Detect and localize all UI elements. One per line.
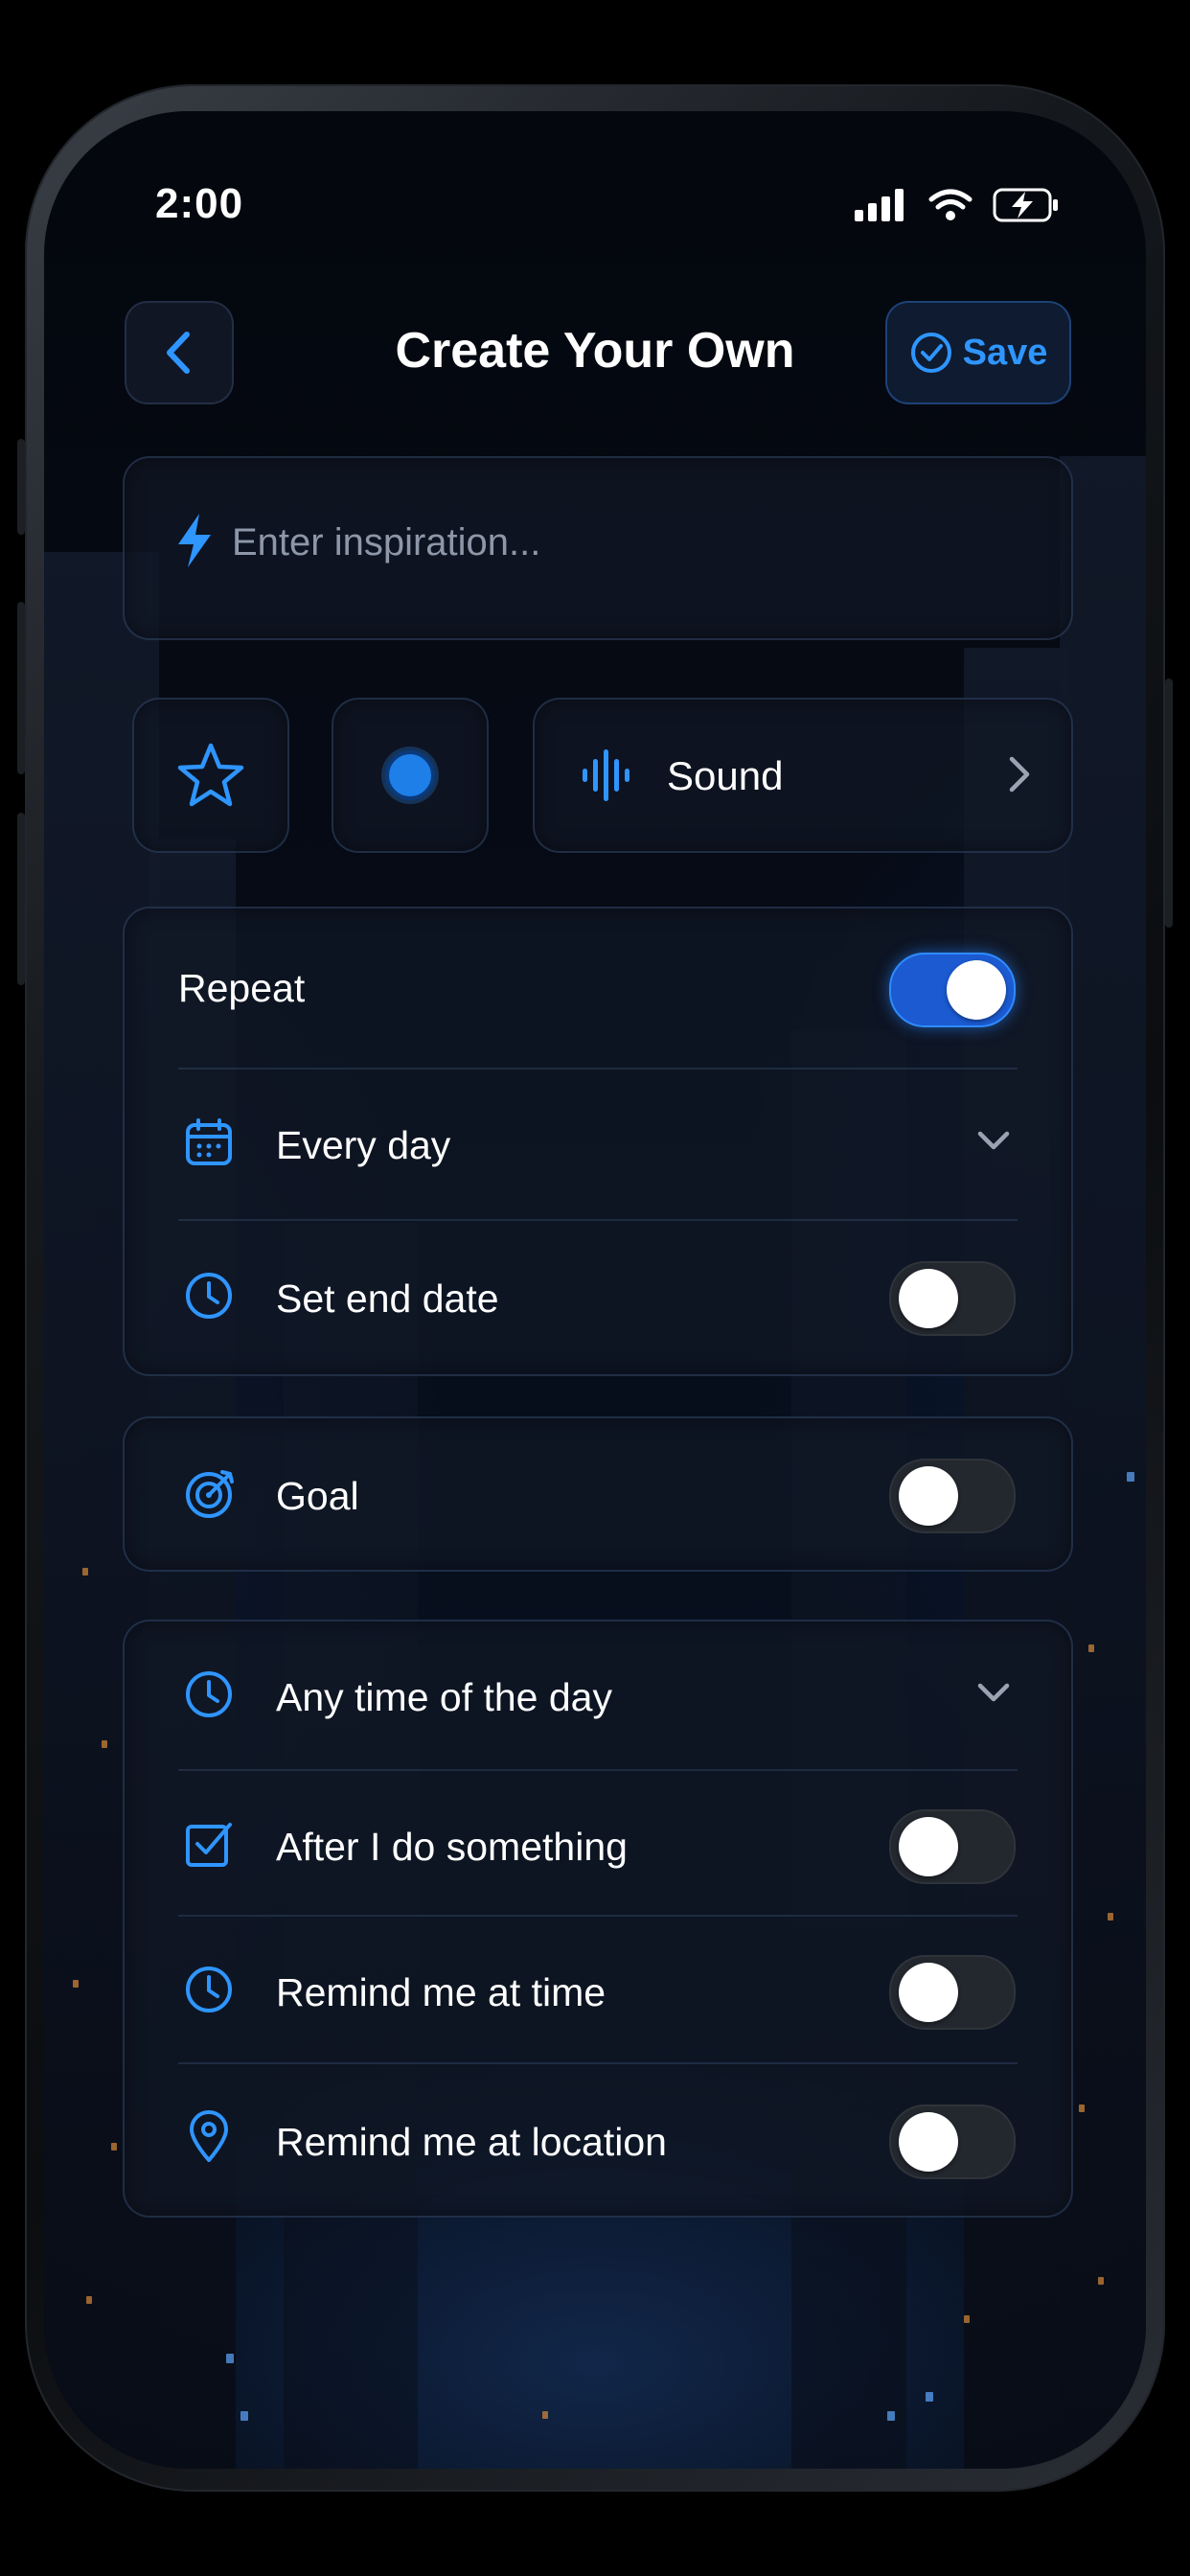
favorite-button[interactable] <box>132 698 289 853</box>
sound-button[interactable]: Sound <box>533 698 1073 853</box>
repeat-row: Repeat <box>125 908 1071 1068</box>
target-icon <box>186 1470 234 1518</box>
remind-time-toggle[interactable] <box>889 1955 1016 2030</box>
goal-label: Goal <box>276 1474 359 1518</box>
after-action-toggle[interactable] <box>889 1809 1016 1884</box>
volume-up-button <box>17 602 25 774</box>
repeat-card: Repeat Every day Set end date <box>123 907 1073 1376</box>
sound-wave-icon <box>583 749 629 801</box>
location-pin-icon <box>190 2110 228 2162</box>
chevron-down-icon <box>977 1683 1010 1702</box>
end-date-label: Set end date <box>276 1276 499 1321</box>
bolt-icon <box>178 514 211 567</box>
star-icon <box>177 743 244 807</box>
power-button <box>1165 678 1173 928</box>
goal-row: Goal <box>125 1418 1071 1570</box>
battery-charging-icon <box>993 188 1058 222</box>
chevron-right-icon <box>1009 756 1030 793</box>
remind-location-row: Remind me at location <box>125 2064 1071 2214</box>
wifi-icon <box>928 189 973 220</box>
checkbox-icon <box>186 1823 232 1867</box>
remind-location-toggle[interactable] <box>889 2104 1016 2179</box>
goal-card: Goal <box>123 1416 1073 1572</box>
color-button[interactable] <box>332 698 489 853</box>
clock-icon <box>186 1671 232 1717</box>
chevron-down-icon <box>977 1131 1010 1150</box>
remind-location-label: Remind me at location <box>276 2120 667 2164</box>
after-action-label: After I do something <box>276 1825 628 1869</box>
check-circle-icon <box>910 333 951 373</box>
reminders-card: Any time of the day After I do something… <box>123 1620 1073 2218</box>
clock-icon <box>186 1966 232 2012</box>
clock-icon <box>186 1273 232 1319</box>
calendar-icon <box>186 1118 232 1165</box>
inspiration-input[interactable]: Enter inspiration... <box>123 456 1073 640</box>
phone-screen: 2:00 Create Your Own Save Enter inspirat… <box>44 111 1146 2469</box>
inspiration-placeholder: Enter inspiration... <box>232 521 541 564</box>
time-of-day-row[interactable]: Any time of the day <box>125 1622 1071 1769</box>
volume-down-button <box>17 813 25 985</box>
time-of-day-label: Any time of the day <box>276 1675 612 1719</box>
mute-switch <box>17 439 25 535</box>
frequency-label: Every day <box>276 1123 451 1167</box>
status-time: 2:00 <box>155 180 244 227</box>
color-dot-icon <box>381 747 439 804</box>
save-button[interactable]: Save <box>885 301 1071 404</box>
repeat-label: Repeat <box>178 966 306 1010</box>
goal-toggle[interactable] <box>889 1459 1016 1533</box>
after-action-row: After I do something <box>125 1771 1071 1915</box>
repeat-toggle[interactable] <box>889 953 1016 1027</box>
remind-time-label: Remind me at time <box>276 1970 606 2014</box>
frequency-row[interactable]: Every day <box>125 1070 1071 1219</box>
save-label: Save <box>962 332 1048 373</box>
status-bar: 2:00 <box>44 111 1146 264</box>
sound-label: Sound <box>667 753 784 798</box>
end-date-toggle[interactable] <box>889 1261 1016 1336</box>
remind-time-row: Remind me at time <box>125 1917 1071 2062</box>
end-date-row: Set end date <box>125 1221 1071 1372</box>
top-bar: Create Your Own Save <box>44 301 1146 406</box>
cellular-signal-icon <box>855 189 904 221</box>
